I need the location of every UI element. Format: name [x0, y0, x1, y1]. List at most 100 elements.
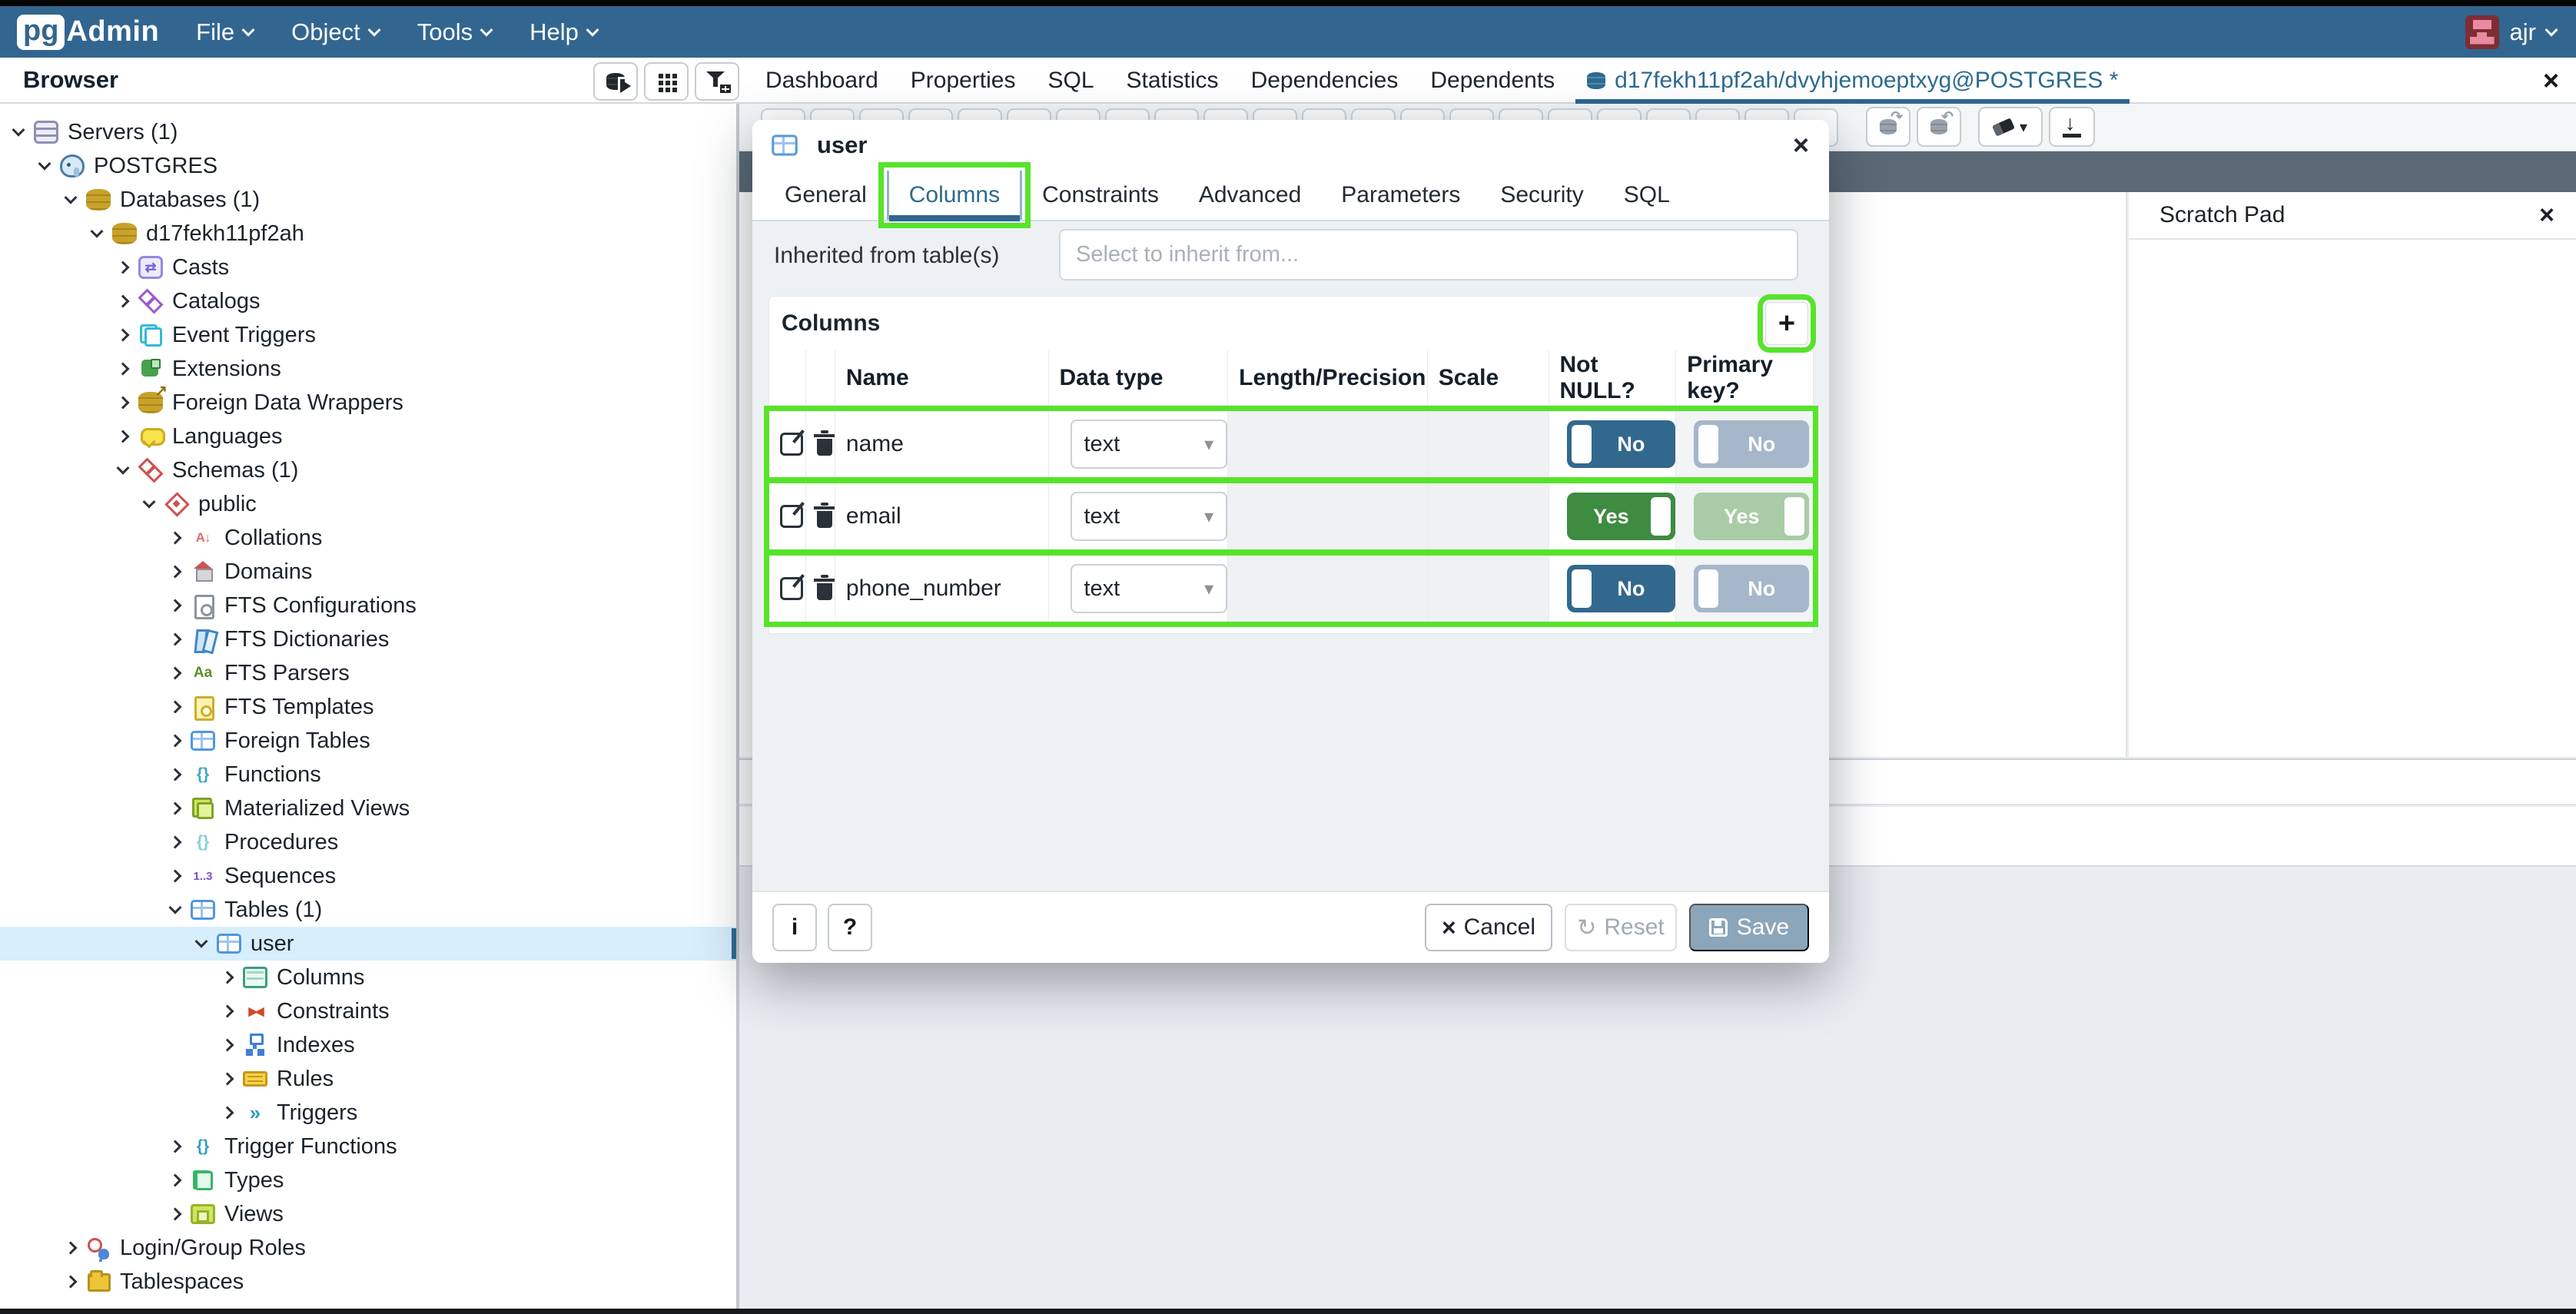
view-data-button[interactable] — [644, 62, 689, 101]
tree-item-fts-parsers[interactable]: FTS Parsers — [0, 656, 736, 690]
tree-item-domains[interactable]: Domains — [0, 555, 736, 589]
close-dialog-icon[interactable]: × — [1793, 129, 1809, 161]
add-column-button[interactable]: + — [1765, 302, 1808, 345]
scale-cell[interactable] — [1428, 483, 1549, 549]
column-name-cell[interactable]: name — [835, 411, 1049, 477]
tree-item-public[interactable]: public — [0, 487, 736, 521]
tree-item-columns[interactable]: Columns — [0, 961, 736, 994]
tree-item-constraints[interactable]: Constraints — [0, 994, 736, 1028]
delete-row-icon[interactable] — [817, 439, 832, 456]
data-type-select[interactable]: text▾ — [1071, 492, 1228, 541]
tree-item-views[interactable]: Views — [0, 1197, 736, 1231]
tree-item-catalogs[interactable]: Catalogs — [0, 284, 736, 318]
tree-item-databases-1[interactable]: Databases (1) — [0, 183, 736, 217]
tree-item-tables-1[interactable]: Tables (1) — [0, 893, 736, 927]
tab-properties[interactable]: Properties — [895, 58, 1032, 104]
tree-item-servers-1[interactable]: Servers (1) — [0, 115, 736, 149]
tab-sql[interactable]: SQL — [1032, 58, 1110, 104]
cancel-button[interactable]: × Cancel — [1425, 904, 1552, 951]
tree-item-login-group-roles[interactable]: Login/Group Roles — [0, 1231, 736, 1265]
close-panel-icon[interactable]: × — [2543, 64, 2559, 98]
tab-dependencies[interactable]: Dependencies — [1235, 58, 1415, 104]
tree-item-indexes[interactable]: Indexes — [0, 1028, 736, 1062]
tree-item-materialized-views[interactable]: Materialized Views — [0, 791, 736, 825]
grid-header-edit — [769, 350, 806, 405]
edit-row-icon[interactable] — [780, 433, 803, 456]
edit-row-icon[interactable] — [780, 505, 803, 528]
dialog-tab-constraints[interactable]: Constraints — [1022, 171, 1179, 220]
edit-row-icon[interactable] — [780, 577, 803, 600]
menu-file[interactable]: File — [196, 18, 253, 46]
tree-item-user[interactable]: user — [0, 927, 736, 961]
commit-button[interactable] — [1866, 107, 1910, 147]
tab-active-connection[interactable]: d17fekh11pf2ah/dvyhjemoeptxyg@POSTGRES * — [1571, 58, 2134, 104]
menu-help[interactable]: Help — [529, 18, 597, 46]
column-name-cell[interactable]: phone_number — [835, 556, 1049, 622]
primary-key-toggle[interactable]: No — [1694, 420, 1809, 468]
dialog-tab-security[interactable]: Security — [1480, 171, 1603, 220]
dialog-tab-columns[interactable]: Columns — [887, 171, 1022, 220]
dialog-tab-sql[interactable]: SQL — [1604, 171, 1690, 220]
not-null-toggle[interactable]: Yes — [1567, 493, 1676, 540]
tree-item-postgres[interactable]: POSTGRES — [0, 149, 736, 183]
menu-label: Object — [291, 18, 360, 46]
tree-item-triggers[interactable]: Triggers — [0, 1096, 736, 1130]
rollback-button[interactable] — [1917, 107, 1961, 147]
tree-item-collations[interactable]: Collations — [0, 521, 736, 555]
tree-item-event-triggers[interactable]: Event Triggers — [0, 318, 736, 352]
tree-item-label: Servers (1) — [68, 120, 178, 145]
length-precision-cell[interactable] — [1228, 411, 1428, 477]
dialog-tab-general[interactable]: General — [765, 171, 887, 220]
query-tool-button[interactable] — [593, 62, 638, 101]
dialog-title: user — [817, 131, 867, 159]
tree-item-schemas-1[interactable]: Schemas (1) — [0, 453, 736, 487]
download-button[interactable] — [2049, 107, 2095, 147]
tree-item-fts-dictionaries[interactable]: FTS Dictionaries — [0, 622, 736, 656]
close-scratch-pad-icon[interactable]: × — [2539, 201, 2554, 231]
length-precision-cell[interactable] — [1228, 556, 1428, 622]
tree-item-functions[interactable]: Functions — [0, 758, 736, 791]
tree-item-types[interactable]: Types — [0, 1163, 736, 1197]
primary-key-toggle[interactable]: Yes — [1694, 493, 1809, 540]
scale-cell[interactable] — [1428, 411, 1549, 477]
chevron-right-icon — [117, 363, 130, 376]
tree-item-rules[interactable]: Rules — [0, 1062, 736, 1096]
primary-key-toggle[interactable]: No — [1694, 565, 1809, 612]
tree-item-fts-templates[interactable]: FTS Templates — [0, 690, 736, 724]
sql-help-button[interactable]: i — [772, 904, 817, 951]
tree-item-sequences[interactable]: Sequences — [0, 859, 736, 893]
length-precision-cell[interactable] — [1228, 483, 1428, 549]
scale-cell[interactable] — [1428, 556, 1549, 622]
tree-item-d17fekh11pf2ah[interactable]: d17fekh11pf2ah — [0, 217, 736, 251]
tree-item-languages[interactable]: Languages — [0, 420, 736, 453]
clear-button[interactable]: ▾ — [1978, 107, 2043, 147]
column-name-cell[interactable]: email — [835, 483, 1049, 549]
dialog-help-button[interactable]: ? — [828, 904, 872, 951]
menu-tools[interactable]: Tools — [417, 18, 491, 46]
tree-item-trigger-functions[interactable]: Trigger Functions — [0, 1130, 736, 1163]
inherited-from-input[interactable] — [1059, 229, 1798, 280]
tree-item-casts[interactable]: Casts — [0, 251, 736, 284]
save-button[interactable]: Save — [1689, 904, 1809, 951]
menu-object[interactable]: Object — [291, 18, 379, 46]
not-null-toggle[interactable]: No — [1567, 420, 1676, 468]
tree-item-foreign-tables[interactable]: Foreign Tables — [0, 724, 736, 758]
not-null-toggle[interactable]: No — [1567, 565, 1676, 612]
filtered-rows-button[interactable] — [695, 62, 739, 101]
dialog-tab-advanced[interactable]: Advanced — [1179, 171, 1321, 220]
tab-dashboard[interactable]: Dashboard — [749, 58, 895, 104]
delete-row-icon[interactable] — [817, 511, 832, 528]
user-menu[interactable]: ajr — [2465, 15, 2556, 49]
delete-row-icon[interactable] — [817, 583, 832, 600]
tree-item-extensions[interactable]: Extensions — [0, 352, 736, 386]
tab-dependents[interactable]: Dependents — [1414, 58, 1571, 104]
reset-button[interactable]: ↻ Reset — [1565, 904, 1677, 951]
tree-item-tablespaces[interactable]: Tablespaces — [0, 1265, 736, 1299]
tree-item-fts-configurations[interactable]: FTS Configurations — [0, 589, 736, 622]
data-type-select[interactable]: text▾ — [1071, 564, 1228, 613]
tab-statistics[interactable]: Statistics — [1110, 58, 1235, 104]
data-type-select[interactable]: text▾ — [1071, 420, 1228, 469]
dialog-tab-parameters[interactable]: Parameters — [1321, 171, 1480, 220]
tree-item-foreign-data-wrappers[interactable]: Foreign Data Wrappers — [0, 386, 736, 420]
tree-item-procedures[interactable]: Procedures — [0, 825, 736, 859]
